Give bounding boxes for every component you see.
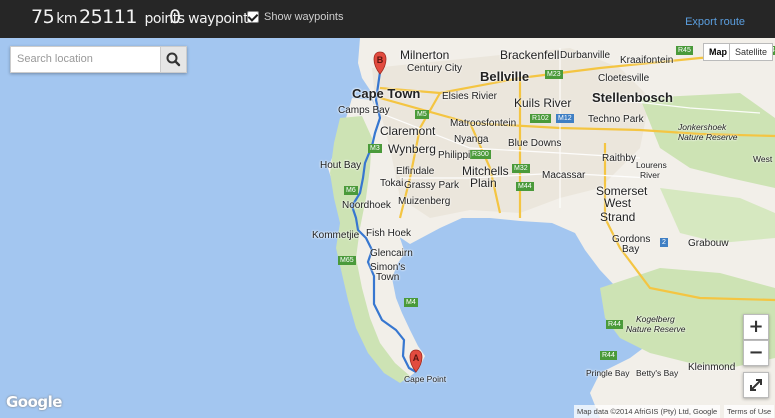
place-label: Camps Bay — [338, 105, 390, 116]
place-label: Betty's Bay — [636, 368, 679, 378]
points-value: 25111 — [79, 6, 137, 28]
place-label: Kraaifontein — [620, 55, 674, 66]
place-label: Brackenfell — [500, 48, 560, 62]
place-label: Blue Downs — [508, 138, 562, 149]
place-label: Matroosfontein — [450, 118, 517, 129]
place-label: Grabouw — [688, 238, 729, 249]
map-type-satellite-button[interactable]: Satellite — [729, 43, 774, 61]
road-badge: R44 — [600, 351, 617, 360]
place-label: Raithby — [602, 153, 636, 164]
place-label: Plain — [470, 176, 497, 190]
terms-of-use-link[interactable]: Terms of Use — [724, 405, 775, 418]
place-label: West — [753, 154, 773, 164]
road-badge: R45 — [676, 46, 693, 55]
place-label: Macassar — [542, 170, 586, 181]
place-label: Elfindale — [396, 166, 435, 177]
search-icon — [166, 52, 181, 67]
place-label: Hout Bay — [320, 160, 362, 171]
place-label: Lourens — [636, 160, 667, 170]
place-label: Cloetesville — [598, 73, 650, 84]
place-label: Bay — [622, 244, 640, 255]
road-badge: M32 — [512, 164, 530, 173]
place-label: Kleinmond — [688, 362, 736, 373]
place-label: Milnerton — [400, 48, 450, 62]
road-badge: M5 — [415, 110, 429, 119]
route-stats-bar: 75 km 25111 points 0 waypoints Show waypo… — [0, 0, 775, 38]
map-attribution: Map data ©2014 AfriGIS (Pty) Ltd, Google — [574, 405, 721, 418]
place-label: Noordhoek — [342, 200, 391, 211]
place-label: Kuils River — [514, 96, 572, 110]
search-location-input[interactable] — [11, 47, 171, 70]
place-label: Kommetjie — [312, 230, 360, 241]
place-label: West — [604, 196, 632, 210]
place-label: Philippi — [438, 150, 471, 161]
zoom-out-button[interactable]: − — [743, 340, 769, 366]
road-badge: M23 — [545, 70, 563, 79]
place-label: Claremont — [380, 124, 436, 138]
waypoints-value: 0 — [169, 6, 181, 28]
place-label: Jonkershoek — [678, 122, 727, 132]
place-label: Bellville — [480, 69, 530, 84]
map-canvas[interactable]: B A R45 R44 M23 R102 M12 R300 M5 M3 M32 … — [0, 38, 775, 418]
place-label: Cape Town — [352, 86, 421, 101]
distance-unit: km — [56, 11, 77, 27]
place-label: Nature Reserve — [626, 324, 686, 334]
place-label: Century City — [407, 63, 463, 74]
waypoints-label: waypoints — [188, 11, 255, 27]
place-label: Cape Point — [404, 374, 447, 384]
search-button[interactable] — [160, 47, 186, 72]
place-label: Town — [376, 272, 400, 283]
marker-b-label: B — [377, 55, 384, 65]
road-badge: M3 — [368, 144, 382, 153]
place-label: Stellenbosch — [592, 90, 673, 105]
place-label: Nyanga — [454, 134, 489, 145]
road-badge: R300 — [470, 150, 491, 159]
place-label: Muizenberg — [398, 196, 451, 207]
road-badge: M12 — [556, 114, 574, 123]
place-label: Strand — [600, 210, 636, 224]
show-waypoints-label[interactable]: Show waypoints — [264, 11, 344, 23]
place-label: Fish Hoek — [366, 228, 412, 239]
google-logo: Google — [6, 393, 62, 411]
road-badge: M44 — [516, 182, 534, 191]
place-label: Grassy Park — [404, 180, 460, 191]
road-badge: M65 — [338, 256, 356, 265]
place-label: Durbanville — [560, 50, 611, 61]
place-label: Nature Reserve — [678, 132, 738, 142]
waypoints-stat: 0 waypoints — [169, 6, 255, 28]
place-label: Wynberg — [388, 142, 436, 156]
place-label: Glencairn — [370, 248, 413, 259]
fullscreen-button[interactable] — [743, 372, 769, 398]
place-label: Kogelberg — [636, 314, 675, 324]
distance-value: 75 — [31, 6, 55, 28]
road-badge: R102 — [530, 114, 551, 123]
expand-icon — [750, 379, 762, 391]
zoom-in-button[interactable]: + — [743, 314, 769, 340]
road-badge: 2 — [660, 238, 668, 247]
export-route-link[interactable]: Export route — [685, 16, 745, 28]
place-label: Techno Park — [588, 114, 644, 125]
distance-stat: 75 km — [31, 6, 77, 28]
search-box — [10, 46, 187, 73]
road-badge: R44 — [606, 320, 623, 329]
show-waypoints-checkbox[interactable] — [247, 11, 259, 23]
place-label: Elsies Rivier — [442, 91, 498, 102]
place-label: Tokai — [380, 178, 404, 189]
marker-a-label: A — [413, 353, 420, 363]
road-badge: M4 — [404, 298, 418, 307]
place-label: Pringle Bay — [586, 368, 630, 378]
road-badge: M6 — [344, 186, 358, 195]
place-label: River — [640, 170, 660, 180]
